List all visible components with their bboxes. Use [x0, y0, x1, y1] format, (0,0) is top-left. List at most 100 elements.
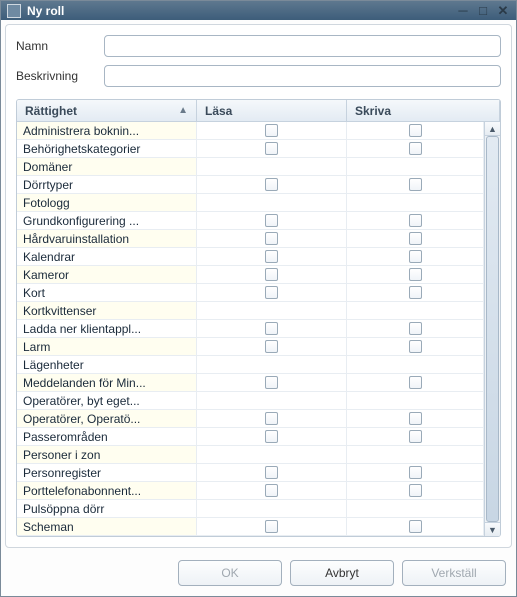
table-row[interactable]: Meddelanden för Min... — [17, 374, 484, 392]
table-row[interactable]: Porttelefonabonnent... — [17, 482, 484, 500]
table-row[interactable]: Personer i zon — [17, 446, 484, 464]
write-checkbox[interactable] — [409, 268, 422, 281]
read-checkbox[interactable] — [265, 268, 278, 281]
table-row[interactable]: Fotologg — [17, 194, 484, 212]
cell-lasa — [197, 518, 347, 535]
table-row[interactable]: Operatörer, Operatö... — [17, 410, 484, 428]
titlebar[interactable]: Ny roll ─ □ ✕ — [1, 1, 516, 20]
cell-skriva — [347, 122, 484, 139]
table-row[interactable]: Domäner — [17, 158, 484, 176]
table-row[interactable]: Kort — [17, 284, 484, 302]
table-row[interactable]: Larm — [17, 338, 484, 356]
read-checkbox[interactable] — [265, 250, 278, 263]
write-checkbox[interactable] — [409, 484, 422, 497]
read-checkbox[interactable] — [265, 214, 278, 227]
maximize-button[interactable]: □ — [474, 3, 492, 19]
read-checkbox[interactable] — [265, 142, 278, 155]
table-row[interactable]: Kortkvittenser — [17, 302, 484, 320]
table-row[interactable]: Ladda ner klientappl... — [17, 320, 484, 338]
cell-skriva — [347, 464, 484, 481]
read-checkbox[interactable] — [265, 520, 278, 533]
dialog-window: Ny roll ─ □ ✕ Namn Beskrivning Rättighet… — [0, 0, 517, 597]
read-checkbox[interactable] — [265, 124, 278, 137]
table-row[interactable]: Personregister — [17, 464, 484, 482]
grid-rows: Administrera boknin...Behörighetskategor… — [17, 122, 484, 536]
read-checkbox[interactable] — [265, 466, 278, 479]
write-checkbox[interactable] — [409, 214, 422, 227]
write-checkbox[interactable] — [409, 142, 422, 155]
cell-skriva — [347, 500, 484, 517]
cell-rattighet: Porttelefonabonnent... — [17, 482, 197, 499]
cell-skriva — [347, 194, 484, 211]
cell-lasa — [197, 284, 347, 301]
scroll-down-icon[interactable]: ▼ — [485, 522, 500, 536]
cell-rattighet: Dörrtyper — [17, 176, 197, 193]
cell-rattighet: Domäner — [17, 158, 197, 175]
write-checkbox[interactable] — [409, 520, 422, 533]
table-row[interactable]: Lägenheter — [17, 356, 484, 374]
write-checkbox[interactable] — [409, 322, 422, 335]
cell-rattighet: Scheman — [17, 518, 197, 535]
ok-button[interactable]: OK — [178, 560, 282, 586]
cell-lasa — [197, 230, 347, 247]
cell-skriva — [347, 374, 484, 391]
column-label: Rättighet — [25, 104, 77, 118]
column-header-lasa[interactable]: Läsa — [197, 100, 347, 121]
button-label: Avbryt — [325, 566, 359, 580]
read-checkbox[interactable] — [265, 286, 278, 299]
scroll-up-icon[interactable]: ▲ — [485, 122, 500, 136]
write-checkbox[interactable] — [409, 178, 422, 191]
apply-button[interactable]: Verkställ — [402, 560, 506, 586]
column-label: Skriva — [355, 104, 391, 118]
grid-body: Administrera boknin...Behörighetskategor… — [17, 122, 500, 536]
vertical-scrollbar[interactable]: ▲ ▼ — [484, 122, 500, 536]
table-row[interactable]: Passerområden — [17, 428, 484, 446]
table-row[interactable]: Operatörer, byt eget... — [17, 392, 484, 410]
write-checkbox[interactable] — [409, 412, 422, 425]
grid-header: Rättighet ▲ Läsa Skriva — [17, 100, 500, 122]
read-checkbox[interactable] — [265, 322, 278, 335]
read-checkbox[interactable] — [265, 376, 278, 389]
cancel-button[interactable]: Avbryt — [290, 560, 394, 586]
write-checkbox[interactable] — [409, 466, 422, 479]
description-input[interactable] — [104, 65, 501, 87]
table-row[interactable]: Hårdvaruinstallation — [17, 230, 484, 248]
table-row[interactable]: Pulsöppna dörr — [17, 500, 484, 518]
read-checkbox[interactable] — [265, 340, 278, 353]
scroll-thumb[interactable] — [486, 136, 499, 522]
table-row[interactable]: Behörighetskategorier — [17, 140, 484, 158]
write-checkbox[interactable] — [409, 430, 422, 443]
cell-lasa — [197, 446, 347, 463]
write-checkbox[interactable] — [409, 250, 422, 263]
name-input[interactable] — [104, 35, 501, 57]
write-checkbox[interactable] — [409, 124, 422, 137]
column-header-rattighet[interactable]: Rättighet ▲ — [17, 100, 197, 121]
cell-rattighet: Kortkvittenser — [17, 302, 197, 319]
table-row[interactable]: Grundkonfigurering ... — [17, 212, 484, 230]
write-checkbox[interactable] — [409, 340, 422, 353]
minimize-button[interactable]: ─ — [454, 3, 472, 19]
column-header-skriva[interactable]: Skriva — [347, 100, 500, 121]
cell-lasa — [197, 122, 347, 139]
cell-skriva — [347, 338, 484, 355]
read-checkbox[interactable] — [265, 412, 278, 425]
read-checkbox[interactable] — [265, 430, 278, 443]
table-row[interactable]: Administrera boknin... — [17, 122, 484, 140]
cell-skriva — [347, 356, 484, 373]
app-icon — [7, 4, 21, 18]
write-checkbox[interactable] — [409, 286, 422, 299]
write-checkbox[interactable] — [409, 376, 422, 389]
close-button[interactable]: ✕ — [494, 3, 512, 19]
table-row[interactable]: Kameror — [17, 266, 484, 284]
read-checkbox[interactable] — [265, 178, 278, 191]
table-row[interactable]: Kalendrar — [17, 248, 484, 266]
write-checkbox[interactable] — [409, 232, 422, 245]
content-panel: Namn Beskrivning Rättighet ▲ Läsa Skriva — [5, 24, 512, 548]
scroll-track[interactable] — [485, 136, 500, 522]
table-row[interactable]: Dörrtyper — [17, 176, 484, 194]
read-checkbox[interactable] — [265, 484, 278, 497]
read-checkbox[interactable] — [265, 232, 278, 245]
table-row[interactable]: Scheman — [17, 518, 484, 536]
cell-lasa — [197, 410, 347, 427]
cell-lasa — [197, 302, 347, 319]
